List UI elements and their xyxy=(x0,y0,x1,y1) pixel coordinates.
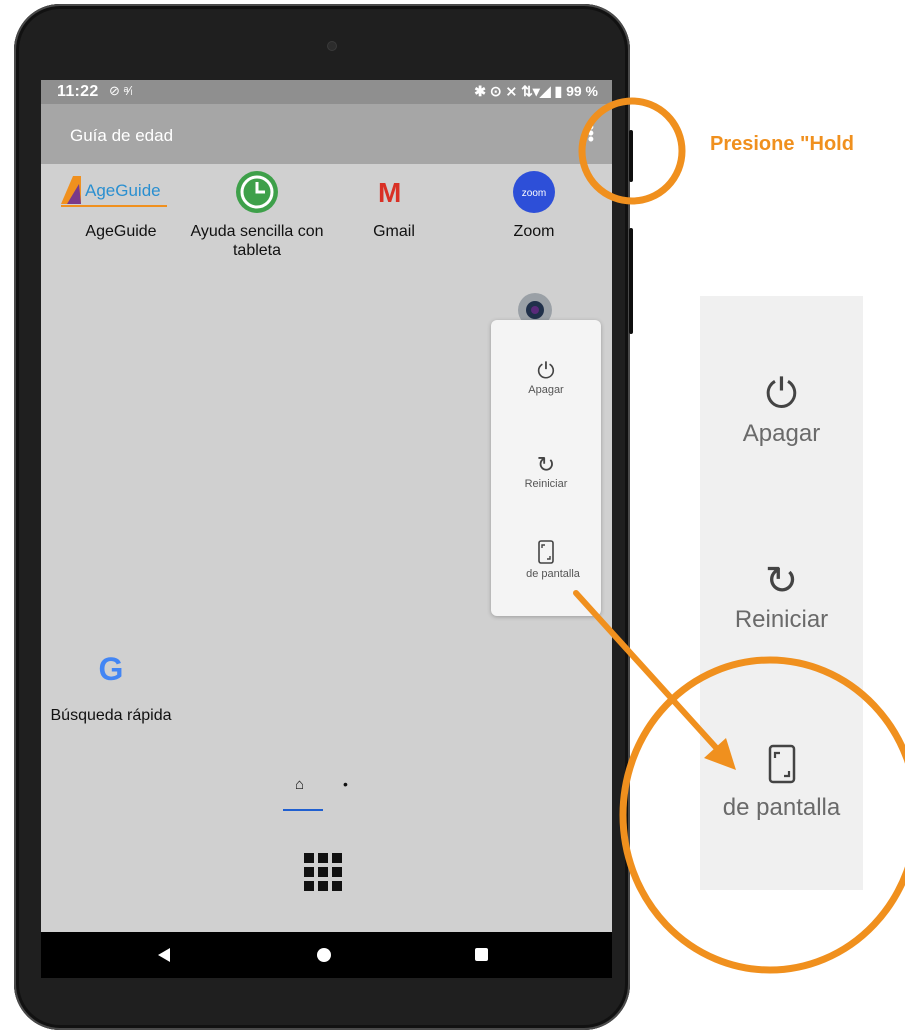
home-page-icon[interactable]: ⌂ xyxy=(295,776,304,793)
screenshot-button[interactable]: de pantalla xyxy=(491,540,601,580)
screenshot-icon xyxy=(768,744,795,784)
status-right: ✱ ⊙ ⨯ ⇅▾◢ ▮ 99 % xyxy=(474,83,598,100)
zoomed-restart: ↻ Reiniciar xyxy=(700,558,863,634)
zoomed-power-off-label: Apagar xyxy=(742,420,821,447)
app-busqueda-rapida[interactable]: G Búsqueda rápida xyxy=(41,650,181,750)
battery-level: 99 % xyxy=(566,83,598,99)
power-button[interactable] xyxy=(629,130,633,182)
power-icon: ⏻ xyxy=(537,358,555,383)
app-ayuda-sencilla[interactable]: Ayuda sencilla con tableta xyxy=(177,171,337,272)
status-time: 11:22 xyxy=(57,83,99,100)
app-label: Zoom xyxy=(513,223,555,240)
page-dot[interactable]: • xyxy=(343,776,348,792)
ageguide-logo-text: AgeGuide xyxy=(85,181,161,200)
volume-button[interactable] xyxy=(629,228,633,334)
zoomed-power-off: ⏻ Apagar xyxy=(700,372,863,448)
screenshot-label: de pantalla xyxy=(526,568,580,580)
restart-button[interactable]: ↻ Reiniciar xyxy=(491,452,601,490)
zoomed-screenshot: de pantalla xyxy=(700,744,863,822)
front-camera xyxy=(328,42,336,50)
app-label: Gmail xyxy=(373,223,415,240)
back-button[interactable] xyxy=(158,948,170,962)
gmail-logo-text: M xyxy=(378,177,401,208)
power-off-label: Apagar xyxy=(528,384,564,396)
power-icon: ⏻ xyxy=(765,372,798,416)
status-bar: 11:22 ⊘ ᵃ⁄ₗ ✱ ⊙ ⨯ ⇅▾◢ ▮ 99 % xyxy=(41,80,612,104)
restart-label: Reiniciar xyxy=(524,478,568,490)
restart-icon: ↻ xyxy=(764,559,799,603)
app-label: Ayuda sencilla con tableta xyxy=(190,223,324,259)
gmail-icon: M xyxy=(378,177,401,208)
zoom-icon: zoom xyxy=(513,171,555,213)
callout-text: Presione "Hold xyxy=(710,133,854,155)
google-logo-text: G xyxy=(99,651,124,687)
status-left-icons: ⊘ ᵃ⁄ₗ xyxy=(109,83,133,98)
power-off-button[interactable]: ⏻ Apagar xyxy=(491,358,601,396)
overflow-menu-icon[interactable]: • • • xyxy=(588,118,594,148)
app-label: Búsqueda rápida xyxy=(50,707,172,724)
app-drawer-icon[interactable] xyxy=(304,853,344,893)
zoomed-power-menu: ⏻ Apagar ↻ Reiniciar de pantalla xyxy=(700,296,863,890)
home-button[interactable] xyxy=(317,948,331,962)
app-bar: Guía de edad • • • xyxy=(41,104,612,164)
zoomed-restart-label: Reiniciar xyxy=(734,606,829,633)
restart-icon: ↻ xyxy=(536,452,556,477)
app-gmail[interactable]: M Gmail xyxy=(314,172,474,252)
navigation-bar xyxy=(41,932,612,978)
zoomed-screenshot-label: de pantalla xyxy=(722,794,841,821)
current-page-underline xyxy=(283,809,323,811)
page-indicator: ⌂ • xyxy=(281,776,361,820)
ageguide-logo-icon: AgeGuide xyxy=(61,176,167,207)
app-zoom[interactable]: zoom Zoom xyxy=(454,171,612,252)
recents-button[interactable] xyxy=(475,948,488,961)
zoom-logo-text: zoom xyxy=(522,188,546,199)
google-icon: G xyxy=(99,651,124,687)
tablet-screen: 11:22 ⊘ ᵃ⁄ₗ ✱ ⊙ ⨯ ⇅▾◢ ▮ 99 % Guía de eda… xyxy=(41,80,612,978)
status-icons: ✱ ⊙ ⨯ ⇅▾◢ ▮ xyxy=(474,83,563,99)
page-title: Guía de edad xyxy=(70,126,174,145)
screenshot-icon xyxy=(538,540,554,564)
clock-app-icon xyxy=(236,171,278,213)
power-menu: ⏻ Apagar ↻ Reiniciar de pantalla xyxy=(491,320,601,616)
